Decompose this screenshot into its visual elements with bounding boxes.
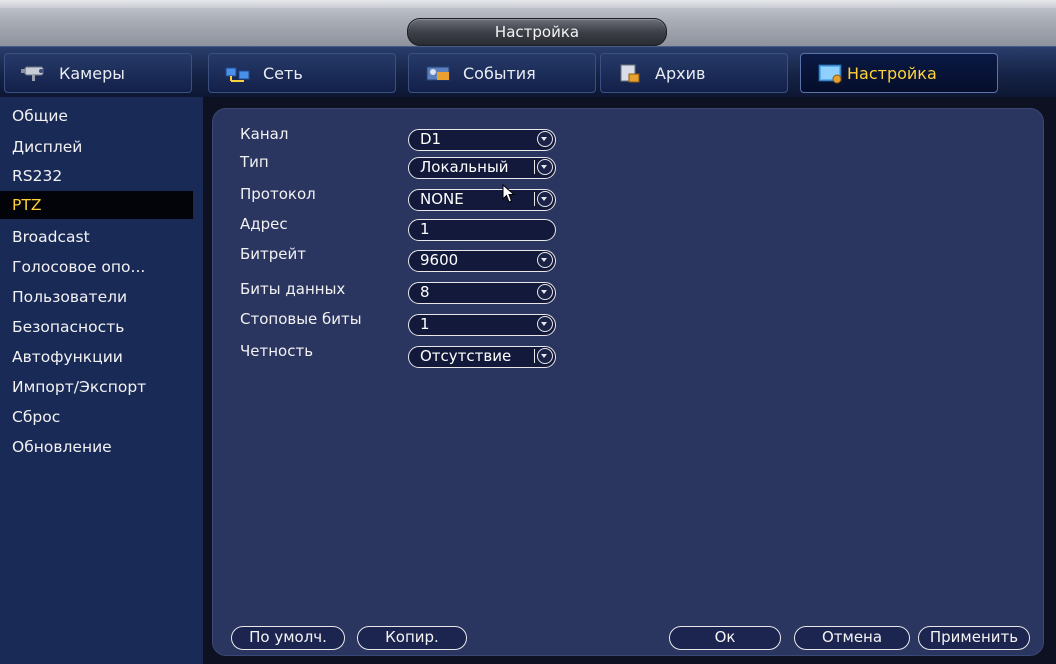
databits-label: Биты данных [240,280,346,298]
channel-label: Канал [240,125,289,143]
title-bar-top-strip [0,0,1056,8]
tab-archive[interactable]: Архив [600,53,788,93]
databits-value: 8 [420,283,430,301]
tab-archive-label: Архив [655,63,706,83]
network-icon [223,62,253,84]
sidebar-item-users[interactable]: Пользователи [0,283,193,311]
databits-select[interactable]: 8 [408,282,556,304]
mouse-pointer-icon [502,184,516,203]
type-value: Локальный [420,158,509,176]
apply-button[interactable]: Применить [918,626,1030,650]
dropdown-separator [534,160,535,174]
main-tabs: Камеры Сеть События Архив Настройка [0,46,1056,97]
sidebar-item-general[interactable]: Общие [0,102,193,130]
tab-settings[interactable]: Настройка [800,53,998,93]
camera-icon [19,62,49,84]
channel-select[interactable]: D1 [408,129,556,151]
protocol-select[interactable]: NONE [408,189,556,211]
tab-cameras[interactable]: Камеры [4,53,192,93]
tab-network[interactable]: Сеть [208,53,396,93]
chevron-down-icon [537,348,553,364]
tab-events[interactable]: События [408,53,596,93]
cancel-button[interactable]: Отмена [794,626,910,650]
ptz-settings-panel [212,108,1044,656]
sidebar-item-voice[interactable]: Голосовое опо... [0,253,193,281]
chevron-down-icon [537,159,553,175]
tab-settings-label: Настройка [847,63,937,83]
copy-button[interactable]: Копир. [357,626,467,650]
sidebar-item-display[interactable]: Дисплей [0,133,193,161]
parity-select[interactable]: Отсутствие [408,346,556,368]
dropdown-separator [534,349,535,363]
protocol-label: Протокол [240,185,316,203]
stopbits-select[interactable]: 1 [408,314,556,336]
stopbits-value: 1 [420,315,430,333]
chevron-down-icon [537,191,553,207]
baudrate-select[interactable]: 9600 [408,250,556,272]
ok-button[interactable]: Ок [669,626,781,650]
sidebar-item-import-export[interactable]: Импорт/Экспорт [0,373,193,401]
default-button[interactable]: По умолч. [231,626,345,650]
settings-window: Настройка Камеры Сеть События Архив Наст… [0,0,1056,664]
protocol-value: NONE [420,190,464,208]
stopbits-label: Стоповые биты [240,310,362,328]
sidebar-item-autofunctions[interactable]: Автофункции [0,343,193,371]
baudrate-label: Битрейт [240,245,307,263]
sidebar-item-reset[interactable]: Сброс [0,403,193,431]
type-label: Тип [240,153,269,171]
address-input[interactable]: 1 [408,219,556,241]
baudrate-value: 9600 [420,251,459,269]
address-label: Адрес [240,215,288,233]
events-icon [423,62,453,84]
chevron-down-icon [537,252,553,268]
tab-network-label: Сеть [263,63,303,83]
tab-cameras-label: Камеры [59,63,125,83]
sidebar-item-broadcast[interactable]: Broadcast [0,223,193,251]
archive-icon [615,62,645,84]
address-value: 1 [420,220,430,238]
parity-value: Отсутствие [420,347,512,365]
settings-icon [815,62,845,84]
chevron-down-icon [537,131,553,147]
type-select[interactable]: Локальный [408,157,556,179]
tab-events-label: События [463,63,536,83]
sidebar-item-security[interactable]: Безопасность [0,313,193,341]
parity-label: Четность [240,342,314,360]
channel-value: D1 [420,130,442,148]
chevron-down-icon [537,284,553,300]
window-title: Настройка [407,18,667,46]
sidebar-item-rs232[interactable]: RS232 [0,162,193,190]
sidebar-item-ptz[interactable]: PTZ [0,191,193,219]
sidebar-item-update[interactable]: Обновление [0,433,193,461]
title-bar: Настройка [0,0,1056,46]
dropdown-separator [534,192,535,206]
chevron-down-icon [537,316,553,332]
